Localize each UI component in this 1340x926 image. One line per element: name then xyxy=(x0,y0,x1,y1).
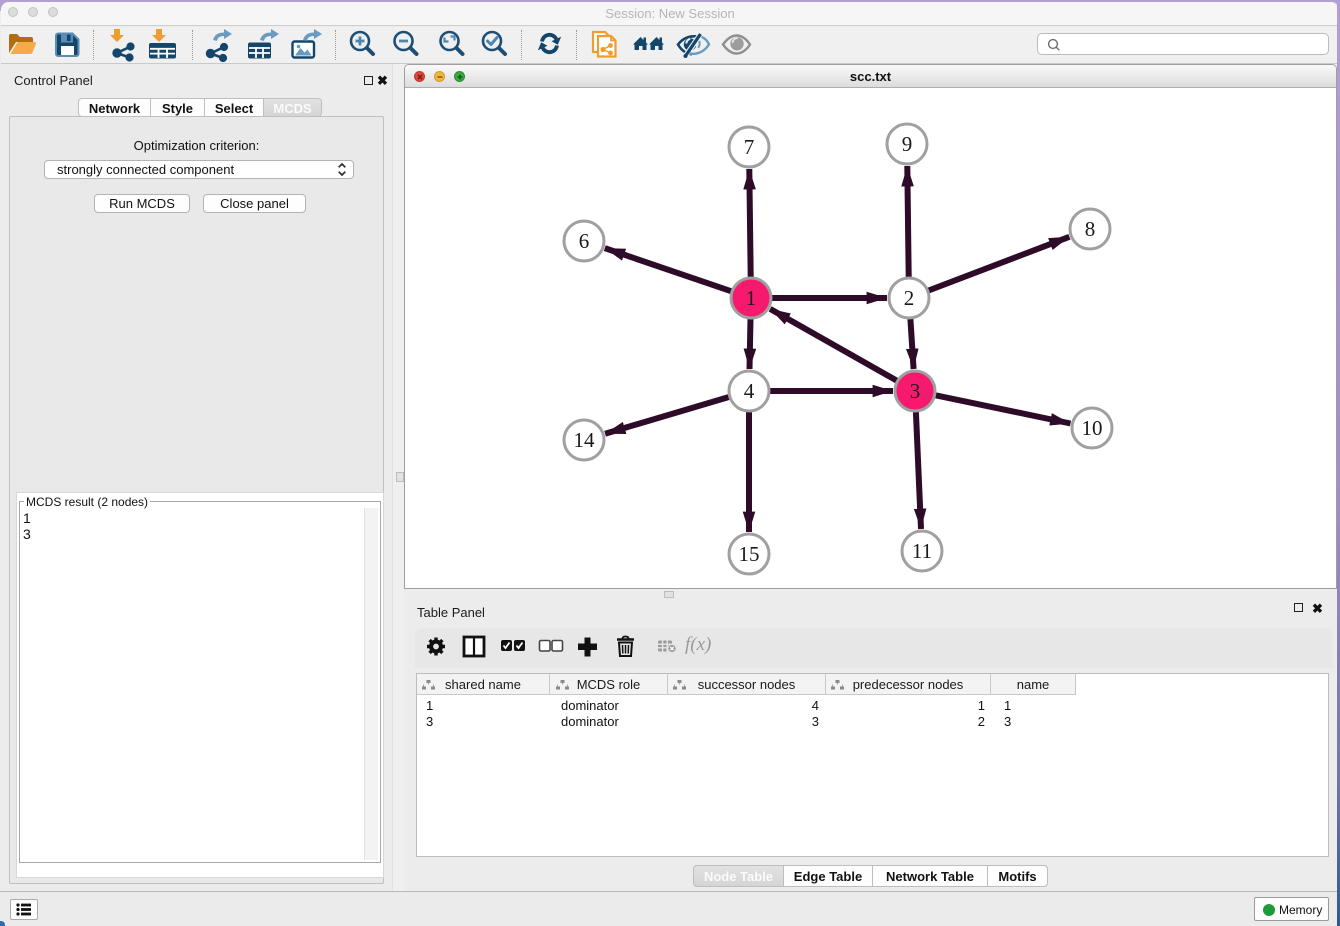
svg-text:4: 4 xyxy=(744,379,755,403)
svg-text:10: 10 xyxy=(1082,416,1103,440)
svg-text:6: 6 xyxy=(579,229,590,253)
svg-text:3: 3 xyxy=(910,379,921,403)
svg-text:8: 8 xyxy=(1085,217,1096,241)
svg-text:14: 14 xyxy=(574,428,596,452)
svg-text:7: 7 xyxy=(744,135,755,159)
svg-text:11: 11 xyxy=(912,539,932,563)
svg-text:15: 15 xyxy=(739,542,760,566)
svg-text:2: 2 xyxy=(904,286,915,310)
svg-text:1: 1 xyxy=(746,286,757,310)
svg-text:9: 9 xyxy=(902,132,913,156)
